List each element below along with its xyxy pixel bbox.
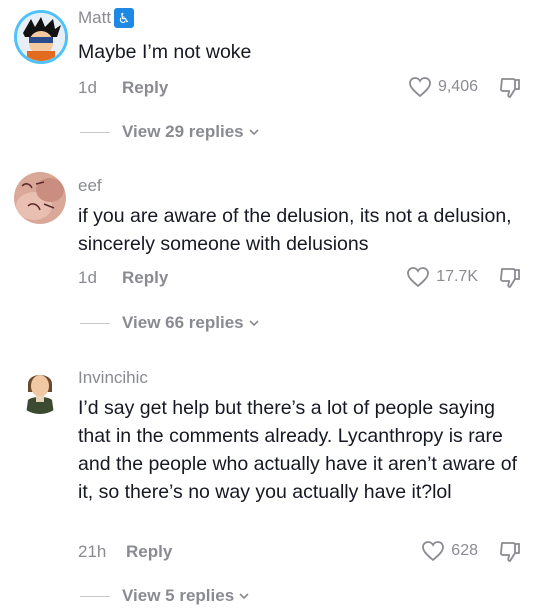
view-replies-label: View 5 replies [122,586,235,605]
view-replies-label: View 66 replies [122,313,244,332]
divider [80,131,110,133]
username[interactable]: Matt ♿ [78,8,135,28]
chevron-down-icon [239,593,249,600]
heart-outline-icon [409,77,431,98]
comment-age: 21h [78,542,107,561]
thumbs-down-icon [500,268,520,288]
like-button[interactable]: 628 [421,540,478,562]
heart-outline-icon [422,541,445,562]
username[interactable]: eef [78,176,102,196]
chevron-down-icon [249,129,259,136]
dislike-button[interactable] [498,76,522,105]
heart-outline-icon [407,267,430,288]
view-replies-button[interactable]: View 29 replies [80,122,260,142]
username[interactable]: Invincihic [78,368,148,388]
avatar-image [14,172,66,224]
dislike-button[interactable] [498,266,522,295]
comment-text: I’d say get help but there’s a lot of pe… [78,397,518,503]
reply-button[interactable]: Reply [122,78,168,98]
comment-text: Maybe I’m not woke [78,41,252,63]
comment-age: 1d [78,78,97,97]
reply-button[interactable]: Reply [126,542,172,562]
divider [80,595,110,597]
thumbs-down-icon [500,78,520,98]
like-button[interactable]: 9,406 [408,76,478,98]
like-count: 17.7K [436,268,478,285]
comment-3: Invincihic I’d say get help but there’s … [0,352,540,612]
like-count: 628 [451,542,478,559]
chevron-down-icon [249,320,259,327]
avatar[interactable] [14,10,68,64]
wheelchair-badge-icon: ♿ [114,8,135,28]
dislike-button[interactable] [498,540,522,569]
comment-text: if you are aware of the delusion, its no… [78,205,512,255]
like-count: 9,406 [437,78,478,95]
view-replies-button[interactable]: View 66 replies [80,313,260,333]
view-replies-label: View 29 replies [122,122,244,141]
like-button[interactable]: 17.7K [406,266,478,288]
divider [80,322,110,324]
avatar-image [17,13,65,61]
avatar[interactable] [14,362,66,414]
avatar[interactable] [14,172,66,224]
comment-1: Matt ♿ Maybe I’m not woke 1d Reply 9,406… [0,0,540,150]
reply-button[interactable]: Reply [122,268,168,288]
view-replies-button[interactable]: View 5 replies [80,586,250,606]
avatar-image [14,362,66,414]
comment-2: eef if you are aware of the delusion, it… [0,160,540,340]
thumbs-down-icon [500,542,520,562]
comment-age: 1d [78,268,97,287]
